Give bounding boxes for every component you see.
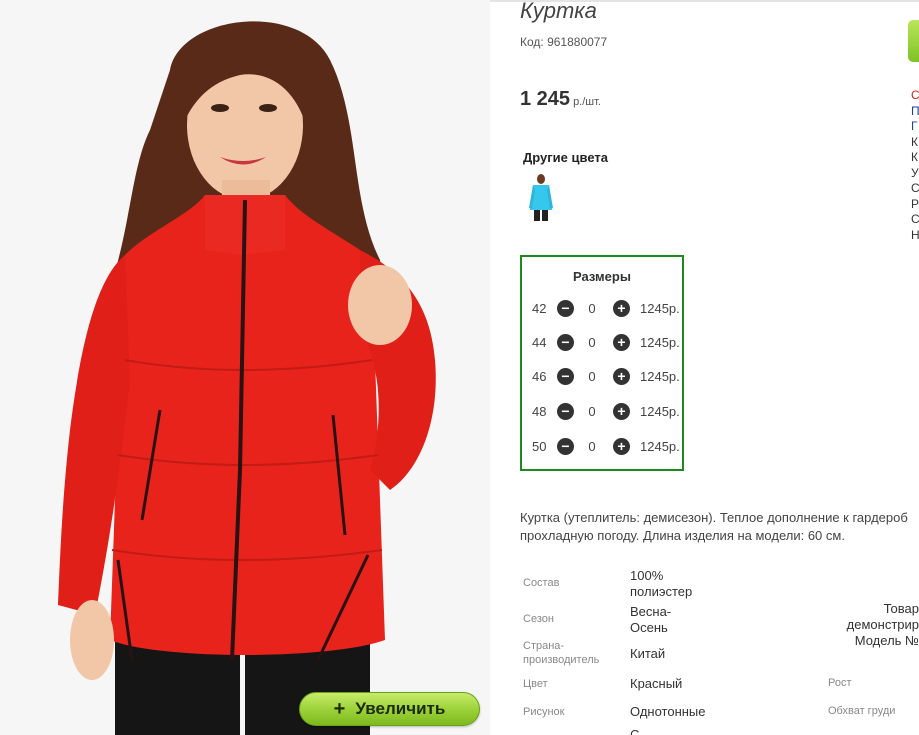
side-link[interactable]: С — [911, 181, 919, 197]
side-link[interactable]: С — [911, 88, 919, 104]
model-note: Товар демонстрир Модель № — [838, 601, 919, 649]
side-green-tab[interactable] — [908, 20, 919, 62]
model-height-label: Рост — [828, 677, 852, 689]
size-row-48: 48 − 0 + 1245р. — [532, 401, 680, 421]
description-line: Куртка (утеплитель: демисезон). Теплое д… — [520, 510, 908, 525]
size-row-42: 42 − 0 + 1245р. — [532, 298, 680, 318]
model-note-line: демонстрир — [846, 617, 919, 632]
size-label: 50 — [532, 438, 547, 454]
spec-label-country: Страна-производитель — [523, 640, 600, 666]
plus-icon[interactable]: + — [613, 437, 630, 455]
spec-label-season: Сезон — [523, 613, 554, 625]
price-value: 1 245 — [520, 88, 571, 110]
side-link[interactable]: П — [911, 104, 919, 120]
size-row-44: 44 − 0 + 1245р. — [532, 332, 680, 352]
size-quantity: 0 — [588, 368, 596, 384]
size-price: 1245р. — [640, 403, 680, 419]
model-illustration — [58, 21, 436, 735]
minus-icon[interactable]: − — [557, 437, 574, 455]
size-quantity: 0 — [588, 403, 596, 419]
size-label: 44 — [532, 334, 547, 350]
spec-value-next: С — [630, 727, 640, 735]
minus-icon[interactable]: − — [557, 367, 574, 385]
plus-icon[interactable]: + — [613, 402, 630, 420]
minus-icon[interactable]: − — [557, 333, 574, 351]
side-link[interactable]: К — [911, 135, 919, 151]
zoom-button[interactable]: + Увеличить — [299, 692, 480, 726]
spec-value-color: Красный — [630, 676, 683, 691]
product-title: Куртка — [520, 0, 597, 23]
side-link[interactable]: К — [911, 150, 919, 166]
model-note-line: Модель № — [854, 633, 919, 648]
size-label: 46 — [532, 368, 547, 384]
size-quantity: 0 — [588, 438, 596, 454]
side-link[interactable]: Н — [911, 228, 919, 244]
spec-value-season: Весна-Осень — [630, 604, 672, 635]
size-row-50: 50 − 0 + 1245р. — [532, 436, 680, 456]
spec-label-composition: Состав — [523, 577, 560, 589]
side-link[interactable]: С — [911, 212, 919, 228]
plus-icon[interactable]: + — [613, 367, 630, 385]
product-description: Куртка (утеплитель: демисезон). Теплое д… — [520, 509, 919, 545]
plus-icon[interactable]: + — [613, 299, 630, 317]
spec-value-composition: 100% полиэстер — [630, 568, 693, 599]
spec-label-pattern: Рисунок — [523, 706, 565, 718]
size-price: 1245р. — [640, 300, 680, 316]
model-note-line: Товар — [883, 601, 919, 616]
plus-icon[interactable]: + — [613, 333, 630, 351]
minus-icon[interactable]: − — [557, 402, 574, 420]
zoom-button-label: Увеличить — [355, 699, 446, 718]
size-price: 1245р. — [640, 334, 680, 350]
price-unit: р./шт. — [573, 96, 601, 108]
size-quantity: 0 — [588, 334, 596, 350]
product-price: 1 245 р./шт. — [520, 88, 601, 111]
side-link[interactable]: Р — [911, 197, 919, 213]
plus-icon: + — [333, 698, 346, 720]
sizes-heading: Размеры — [573, 269, 631, 284]
minus-icon[interactable]: − — [557, 299, 574, 317]
size-label: 48 — [532, 403, 547, 419]
size-row-46: 46 − 0 + 1245р. — [532, 366, 680, 386]
side-link[interactable]: У — [911, 166, 919, 182]
product-code: Код: 961880077 — [520, 35, 608, 49]
spec-value-pattern: Однотонные — [630, 704, 706, 719]
size-label: 42 — [532, 300, 547, 316]
size-price: 1245р. — [640, 438, 680, 454]
product-photo[interactable]: + Увеличить — [0, 0, 490, 735]
side-links: С П Г К К У С Р С Н — [911, 88, 919, 243]
size-quantity: 0 — [588, 300, 596, 316]
size-price: 1245р. — [640, 368, 680, 384]
sizes-panel: Размеры 42 − 0 + 1245р. 44 − 0 + 1245р. … — [520, 255, 684, 471]
spec-label-color: Цвет — [523, 678, 548, 690]
model-chest-label: Обхват груди — [828, 705, 896, 717]
spec-value-country: Китай — [630, 646, 666, 661]
color-thumb-blue[interactable] — [525, 172, 557, 222]
other-colors-heading: Другие цвета — [523, 150, 608, 165]
description-line: прохладную погоду. Длина изделия на моде… — [520, 528, 845, 543]
side-link[interactable]: Г — [911, 119, 919, 135]
blue-jacket-thumbnail — [525, 172, 557, 222]
